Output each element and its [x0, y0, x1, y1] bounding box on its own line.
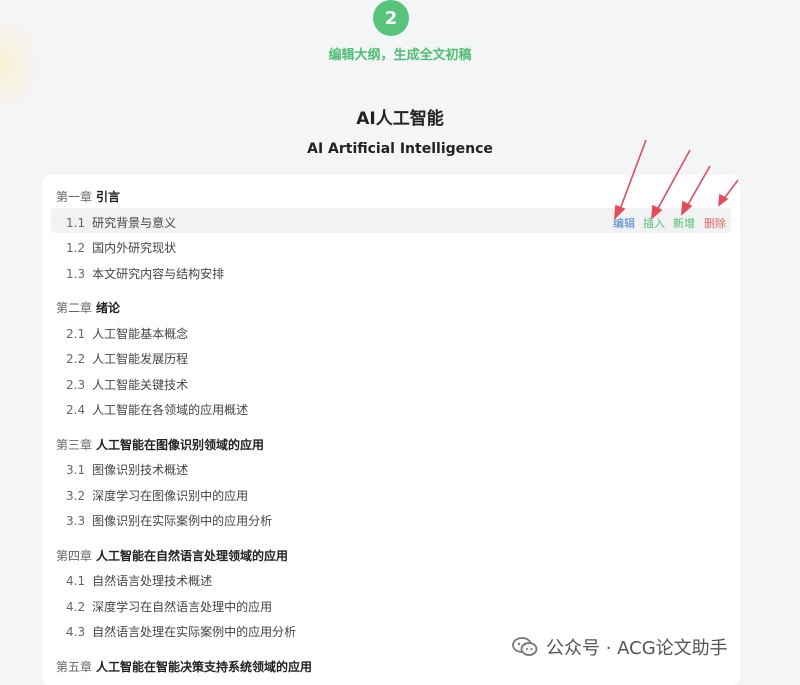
outline-item[interactable]: 3.2 深度学习在图像识别中的应用: [66, 487, 248, 504]
section-title: 本文研究内容与结构安排: [92, 267, 225, 281]
insert-button[interactable]: 插入: [643, 215, 665, 231]
step-label: 编辑大纲，生成全文初稿: [328, 48, 472, 63]
section-number: 3.2: [66, 489, 86, 503]
chapter-prefix: 第五章: [56, 660, 93, 674]
section-title: 自然语言处理在实际案例中的应用分析: [92, 625, 297, 639]
chapter-title: 引言: [96, 190, 121, 204]
chapter-title: 人工智能在图像识别领域的应用: [96, 438, 265, 452]
section-number: 4.3: [66, 625, 86, 639]
chapter-prefix: 第四章: [56, 549, 93, 563]
chapter-heading[interactable]: 第一章 引言: [56, 188, 120, 205]
outline-item[interactable]: 1.1 研究背景与意义: [66, 214, 176, 231]
section-number: 4.1: [66, 574, 86, 588]
outline-item[interactable]: 1.2 国内外研究现状: [66, 239, 176, 256]
background-glow: [0, 20, 38, 110]
chapter-title: 人工智能在自然语言处理领域的应用: [96, 549, 289, 563]
section-number: 4.2: [66, 600, 86, 614]
chapter-title: 绪论: [96, 301, 121, 315]
chapter-prefix: 第三章: [56, 438, 93, 452]
section-title: 图像识别在实际案例中的应用分析: [92, 514, 273, 528]
section-title: 人工智能在各领域的应用概述: [92, 403, 249, 417]
outline-item[interactable]: 2.1 人工智能基本概念: [66, 325, 188, 342]
watermark-text: 公众号 · ACG论文助手: [546, 638, 728, 659]
chapter-heading[interactable]: 第五章 人工智能在智能决策支持系统领域的应用: [56, 658, 312, 675]
document-title: AI人工智能: [356, 109, 444, 129]
chapter-title: 人工智能在智能决策支持系统领域的应用: [96, 660, 313, 674]
section-title: 深度学习在图像识别中的应用: [92, 489, 249, 503]
outline-card: 第一章 引言 1.1 研究背景与意义 编辑 插入 新增 删除 1.2 国内外研究现状 …: [42, 175, 740, 685]
section-number: 2.2: [66, 352, 86, 366]
section-number: 2.1: [66, 327, 86, 341]
chapter-prefix: 第一章: [56, 190, 93, 204]
section-number: 3.3: [66, 514, 86, 528]
chapter-heading[interactable]: 第二章 绪论: [56, 299, 120, 316]
outline-item[interactable]: 3.1 图像识别技术概述: [66, 461, 188, 478]
chapter-prefix: 第二章: [56, 301, 93, 315]
section-number: 2.3: [66, 378, 86, 392]
section-number: 1.1: [66, 216, 86, 230]
outline-item[interactable]: 2.3 人工智能关键技术: [66, 376, 188, 393]
add-button[interactable]: 新增: [673, 215, 695, 231]
document-subtitle: AI Artificial Intelligence: [307, 141, 493, 157]
section-title: 自然语言处理技术概述: [92, 574, 213, 588]
chapter-heading[interactable]: 第三章 人工智能在图像识别领域的应用: [56, 436, 264, 453]
section-title: 国内外研究现状: [92, 241, 177, 255]
outline-item[interactable]: 1.3 本文研究内容与结构安排: [66, 265, 224, 282]
section-number: 1.3: [66, 267, 86, 281]
step-number-badge: 2: [373, 0, 409, 36]
section-number: 1.2: [66, 241, 86, 255]
watermark: 公众号 · ACG论文助手: [512, 634, 728, 660]
section-title: 人工智能基本概念: [92, 327, 189, 341]
chapter-heading[interactable]: 第四章 人工智能在自然语言处理领域的应用: [56, 547, 288, 564]
outline-item[interactable]: 2.2 人工智能发展历程: [66, 350, 188, 367]
section-title: 图像识别技术概述: [92, 463, 189, 477]
wechat-icon: [512, 637, 538, 657]
outline-item[interactable]: 4.3 自然语言处理在实际案例中的应用分析: [66, 623, 296, 640]
delete-button[interactable]: 删除: [704, 215, 726, 231]
section-title: 深度学习在自然语言处理中的应用: [92, 600, 273, 614]
section-title: 人工智能发展历程: [92, 352, 189, 366]
outline-item[interactable]: 4.2 深度学习在自然语言处理中的应用: [66, 598, 272, 615]
section-title: 研究背景与意义: [92, 216, 177, 230]
section-number: 3.1: [66, 463, 86, 477]
section-number: 2.4: [66, 403, 86, 417]
outline-item[interactable]: 2.4 人工智能在各领域的应用概述: [66, 401, 248, 418]
outline-item[interactable]: 3.3 图像识别在实际案例中的应用分析: [66, 512, 272, 529]
section-title: 人工智能关键技术: [92, 378, 189, 392]
outline-item[interactable]: 4.1 自然语言处理技术概述: [66, 572, 212, 589]
edit-button[interactable]: 编辑: [613, 215, 635, 231]
